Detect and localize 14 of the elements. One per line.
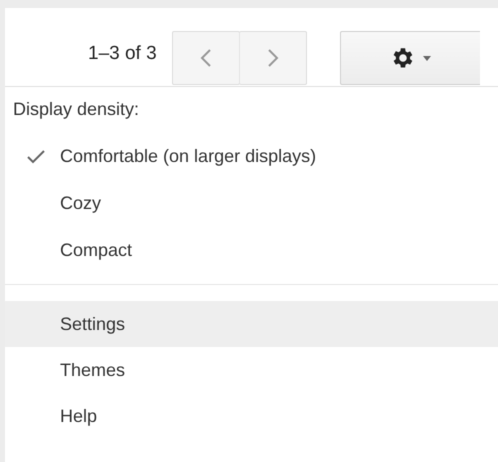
previous-page-button[interactable] bbox=[172, 31, 240, 85]
chevron-left-icon bbox=[200, 48, 212, 68]
chevron-right-icon bbox=[266, 48, 279, 68]
menu-item[interactable]: Help bbox=[5, 393, 498, 439]
settings-button[interactable] bbox=[340, 31, 480, 85]
next-page-button[interactable] bbox=[238, 31, 307, 85]
page-count: 1–3 of 3 bbox=[88, 43, 157, 65]
density-option[interactable]: Cozy bbox=[5, 180, 498, 227]
density-option[interactable]: Compact bbox=[5, 227, 498, 274]
menu-item[interactable]: Settings bbox=[5, 301, 498, 347]
menu-heading: Display density: bbox=[12, 98, 140, 121]
menu-item[interactable]: Themes bbox=[5, 347, 498, 393]
density-option[interactable]: Comfortable (on larger displays) bbox=[5, 133, 498, 180]
caret-icon bbox=[423, 56, 432, 60]
